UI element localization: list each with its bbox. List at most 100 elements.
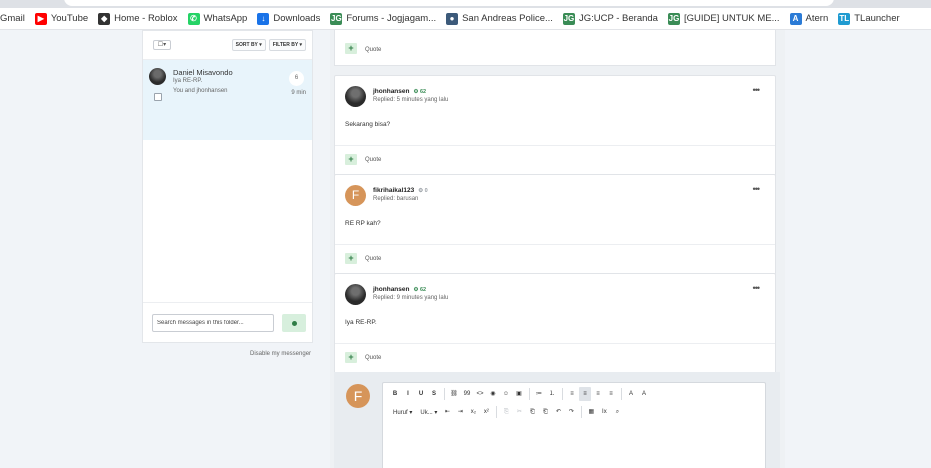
jg-ucp-icon: JG	[562, 12, 575, 25]
editor-tool-button[interactable]: ⎗	[526, 405, 538, 419]
message-author[interactable]: jhonhansen ⚙ 62	[373, 286, 426, 293]
bookmark-label: Home - Roblox	[114, 13, 178, 24]
editor-tool-button[interactable]: <>	[474, 387, 486, 401]
message-author[interactable]: fikrihaikal123 ⚙ 0	[373, 187, 428, 194]
jg-guide-icon: JG	[667, 12, 680, 25]
editor-tool-button[interactable]: ≡	[605, 387, 617, 401]
bookmark-item[interactable]: ✆ WhatsApp	[187, 12, 248, 25]
editor-tool-button[interactable]: ≡	[579, 387, 591, 401]
editor-tool-button[interactable]: ⎗	[539, 405, 551, 419]
editor-tool-button[interactable]: ↶	[552, 405, 564, 419]
jg-forum-icon: JG	[330, 12, 343, 25]
plus-icon[interactable]: +	[345, 253, 357, 264]
filter-by-button[interactable]: FILTER BY ▾	[268, 39, 306, 51]
editor-tool-button[interactable]: ≡	[592, 387, 604, 401]
editor-tool-button[interactable]: ▣	[513, 387, 525, 401]
avatar[interactable]: F	[345, 185, 366, 206]
font-family-dropdown[interactable]: Huruf ▾	[389, 409, 416, 416]
disable-messenger-link[interactable]: Disable my messenger	[250, 351, 311, 357]
bookmark-label: Atern	[805, 13, 829, 24]
editor-tool-button[interactable]: ⇥	[454, 405, 466, 419]
editor-tool-button[interactable]: S	[428, 387, 440, 401]
more-options-icon[interactable]: •••	[753, 85, 761, 95]
quote-button[interactable]: Quote	[365, 47, 381, 53]
bookmark-label: Forums - Jogjagam...	[346, 13, 437, 24]
search-input[interactable]	[152, 314, 274, 332]
bookmark-item[interactable]: TL TLauncher	[838, 12, 900, 25]
editor-tool-button[interactable]: A	[625, 387, 637, 401]
editor-tool-button[interactable]: ◉	[487, 387, 499, 401]
search-icon	[291, 320, 297, 326]
editor-tool-button[interactable]: ≔	[533, 387, 545, 401]
bookmark-item[interactable]: A Atern	[789, 12, 829, 25]
conversation-checkbox[interactable]	[154, 93, 162, 101]
roblox-icon: ◆	[98, 12, 111, 25]
editor-tool-button[interactable]: ▦	[585, 405, 597, 419]
editor-tool-button[interactable]: x²	[480, 405, 492, 419]
editor-tool-button[interactable]: ⌕	[611, 405, 623, 419]
address-bar[interactable]	[64, 0, 834, 6]
sort-by-button[interactable]: SORT BY ▾	[231, 39, 266, 51]
avatar	[149, 68, 166, 85]
conversation-list-panel: ☐▾ SORT BY ▾ FILTER BY ▾ Daniel Misavond…	[142, 30, 313, 343]
quote-button[interactable]: Quote	[365, 157, 381, 163]
editor-tool-button[interactable]: ☺	[500, 387, 512, 401]
bookmark-item[interactable]: ↓ Downloads	[257, 12, 320, 25]
editor-tool-button[interactable]: A	[638, 387, 650, 401]
bookmark-item[interactable]: JG [GUIDE] UNTUK ME...	[667, 12, 780, 25]
plus-icon[interactable]: +	[345, 154, 357, 165]
more-options-icon[interactable]: •••	[753, 283, 761, 293]
bookmark-label: Gmail	[0, 13, 25, 24]
toolbar-separator	[529, 388, 530, 400]
reply-area: F B I U S ⛓ 99 <> ◉ ☺ ▣ ≔ ⒈ ≡ ≡ ≡ ≡ A A Huruf ▾ Uk... ▾ ⇤…	[334, 372, 780, 468]
conversation-title: Daniel Misavondo	[173, 68, 233, 77]
quote-button[interactable]: Quote	[365, 256, 381, 262]
avatar[interactable]	[345, 284, 366, 305]
search-footer	[143, 302, 312, 342]
editor-tool-button[interactable]: ↷	[565, 405, 577, 419]
editor-tool-button[interactable]: ≡	[566, 387, 578, 401]
police-icon: ●	[446, 12, 459, 25]
search-button[interactable]	[282, 314, 306, 332]
atern-icon: A	[789, 12, 802, 25]
editor-tool-button[interactable]: I	[402, 387, 414, 401]
bookmark-label: WhatsApp	[203, 13, 248, 24]
editor-tool-button[interactable]: B	[389, 387, 401, 401]
bookmark-item[interactable]: JG Forums - Jogjagam...	[330, 12, 437, 25]
bookmark-item[interactable]: MGmail	[0, 13, 25, 24]
message-body: Sekarang bisa?	[345, 121, 391, 128]
bookmark-item[interactable]: JG JG:UCP - Beranda	[562, 12, 658, 25]
browser-tab-strip	[0, 0, 931, 8]
editor-tool-button[interactable]: Ix	[598, 405, 610, 419]
message-body: RE RP kah?	[345, 220, 381, 227]
editor-tool-button[interactable]: ⎘	[500, 405, 512, 419]
bookmarks-bar: MGmail ▶YouTube ◆Home - Roblox ✆WhatsApp ↓Do…	[0, 8, 931, 30]
editor-tool-button[interactable]: 99	[461, 387, 473, 401]
bookmark-item[interactable]: ▶ YouTube	[34, 12, 88, 25]
reputation-badge: ⚙ 62	[413, 89, 427, 95]
quote-button[interactable]: Quote	[365, 355, 381, 361]
plus-icon[interactable]: +	[345, 352, 357, 363]
download-icon: ↓	[257, 12, 270, 25]
bookmark-item[interactable]: ◆ Home - Roblox	[98, 12, 178, 25]
message-timestamp: Replied: barusan	[373, 196, 419, 202]
reputation-badge: ⚙ 0	[418, 188, 428, 194]
editor-tool-button[interactable]: ⒈	[546, 387, 558, 401]
avatar[interactable]	[345, 86, 366, 107]
select-all-dropdown[interactable]: ☐▾	[153, 40, 171, 50]
reply-editor[interactable]: B I U S ⛓ 99 <> ◉ ☺ ▣ ≔ ⒈ ≡ ≡ ≡ ≡ A A Huruf ▾ Uk... ▾ ⇤ ⇥ x…	[382, 382, 766, 468]
conversation-item[interactable]: Daniel Misavondo Iya RE-RP. You and jhon…	[143, 60, 312, 140]
more-options-icon[interactable]: •••	[753, 184, 761, 194]
message-author[interactable]: jhonhansen ⚙ 62	[373, 88, 426, 95]
editor-tool-button[interactable]: x₂	[467, 405, 479, 419]
plus-icon[interactable]: +	[345, 43, 357, 54]
font-size-dropdown[interactable]: Uk... ▾	[416, 409, 441, 416]
message-timestamp: Replied: 9 minutes yang lalu	[373, 295, 449, 301]
editor-tool-button[interactable]: ⛓	[448, 387, 460, 401]
editor-tool-button[interactable]: U	[415, 387, 427, 401]
reputation-badge: ⚙ 62	[413, 287, 427, 293]
conversation-time: 9 min	[291, 90, 306, 96]
bookmark-item[interactable]: ● San Andreas Police...	[446, 12, 553, 25]
editor-tool-button[interactable]: ⇤	[441, 405, 453, 419]
editor-tool-button[interactable]: ✂	[513, 405, 525, 419]
